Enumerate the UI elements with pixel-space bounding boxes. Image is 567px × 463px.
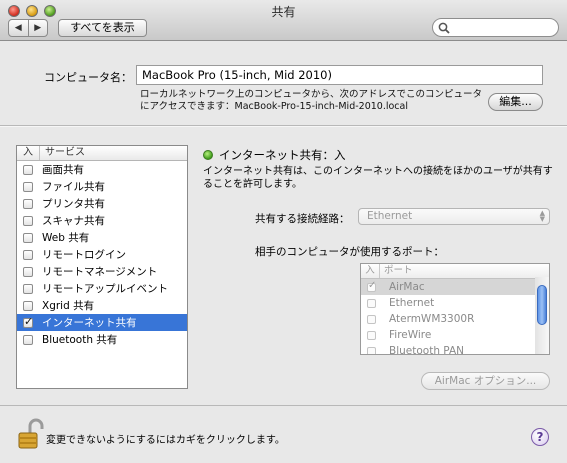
zoom-button[interactable] xyxy=(44,5,56,17)
service-row[interactable]: ファイル共有 xyxy=(17,178,187,195)
service-checkbox[interactable] xyxy=(23,164,33,175)
back-button[interactable]: ◀ xyxy=(9,20,29,36)
service-row[interactable]: スキャナ共有 xyxy=(17,212,187,229)
service-label: 画面共有 xyxy=(42,164,84,176)
service-checkbox[interactable] xyxy=(23,283,33,294)
ports-label: 相手のコンピュータが使用するポート： xyxy=(255,246,444,258)
service-row[interactable]: リモートマネージメント xyxy=(17,263,187,280)
service-status-title: インターネット共有：入 xyxy=(219,148,346,162)
service-label: Bluetooth 共有 xyxy=(42,334,118,346)
service-row[interactable]: インターネット共有 xyxy=(17,314,187,331)
service-label: リモートマネージメント xyxy=(42,266,158,278)
forward-button[interactable]: ▶ xyxy=(29,20,48,36)
service-description: インターネット共有は、このインターネットへの接続をほかのユーザが共有することを許… xyxy=(203,166,553,190)
service-checkbox[interactable] xyxy=(23,315,33,328)
search-field[interactable] xyxy=(432,18,559,37)
service-checkbox[interactable] xyxy=(23,198,33,209)
service-checkbox[interactable] xyxy=(23,215,33,226)
port-checkbox[interactable] xyxy=(367,280,376,292)
service-row[interactable]: プリンタ共有 xyxy=(17,195,187,212)
service-row[interactable]: Web 共有 xyxy=(17,229,187,246)
service-checkbox[interactable] xyxy=(23,334,33,345)
service-row[interactable]: Xgrid 共有 xyxy=(17,297,187,314)
port-checkbox[interactable] xyxy=(367,330,376,340)
lock-message: 変更できないようにするにはカギをクリックします。 xyxy=(46,435,285,446)
port-row[interactable]: AtermWM3300R xyxy=(361,311,549,327)
service-row[interactable]: リモートアップルイベント xyxy=(17,280,187,297)
service-checkbox[interactable] xyxy=(23,232,33,243)
divider xyxy=(0,125,567,127)
service-row[interactable]: Bluetooth 共有 xyxy=(17,331,187,348)
port-checkbox[interactable] xyxy=(367,314,376,324)
service-checkbox[interactable] xyxy=(23,181,33,192)
port-checkbox[interactable] xyxy=(367,298,376,308)
popup-arrows-icon: ▲ ▼ xyxy=(539,209,545,223)
port-row[interactable]: FireWire xyxy=(361,327,549,343)
search-icon xyxy=(438,22,450,34)
services-list-header: 入 サービス xyxy=(17,146,187,161)
port-on-column-header[interactable]: 入 xyxy=(361,264,380,278)
port-column-header[interactable]: ポート xyxy=(380,264,413,278)
ports-scrollbar-thumb[interactable] xyxy=(537,285,547,325)
services-list[interactable]: 入 サービス 画面共有ファイル共有 プリンタ共有 スキャナ共有 Web 共有リモートロ… xyxy=(16,145,188,389)
port-label: FireWire xyxy=(389,329,432,341)
share-from-label: 共有する接続経路： xyxy=(255,213,350,225)
port-label: AtermWM3300R xyxy=(389,313,475,325)
on-column-header[interactable]: 入 xyxy=(17,146,40,160)
port-checkbox[interactable] xyxy=(367,346,376,354)
footer-divider xyxy=(0,405,567,406)
service-checkbox[interactable] xyxy=(23,249,33,260)
service-label: Xgrid 共有 xyxy=(42,300,95,312)
service-label: Web 共有 xyxy=(42,232,90,244)
port-row[interactable]: Bluetooth PAN xyxy=(361,343,549,355)
service-row[interactable]: 画面共有 xyxy=(17,161,187,178)
share-from-popup[interactable]: Ethernet ▲ ▼ xyxy=(358,208,550,225)
service-label: リモートアップルイベント xyxy=(42,283,168,295)
computer-address-description: ローカルネットワーク上のコンピュータから、次のアドレスでこのコンピュータにアクセ… xyxy=(140,89,483,112)
airmac-options-button[interactable]: AirMac オプション... xyxy=(421,372,550,390)
ports-list-header: 入 ポート xyxy=(361,264,549,279)
edit-button[interactable]: 編集... xyxy=(488,93,543,111)
service-row[interactable]: リモートログイン xyxy=(17,246,187,263)
status-indicator-icon xyxy=(203,150,213,160)
service-column-header[interactable]: サービス xyxy=(40,146,85,160)
port-label: Ethernet xyxy=(389,297,435,309)
show-all-button[interactable]: すべてを表示 xyxy=(58,19,147,37)
port-row[interactable]: AirMac xyxy=(361,279,549,295)
service-label: インターネット共有 xyxy=(42,317,137,329)
service-checkbox[interactable] xyxy=(23,266,33,277)
service-checkbox[interactable] xyxy=(23,300,33,311)
service-label: スキャナ共有 xyxy=(42,215,105,227)
close-button[interactable] xyxy=(8,5,20,17)
minimize-button[interactable] xyxy=(26,5,38,17)
service-label: リモートログイン xyxy=(42,249,126,261)
back-forward-control: ◀ ▶ xyxy=(8,19,48,37)
ports-list[interactable]: 入 ポート AirMac Ethernet AtermWM3300R FireWire… xyxy=(360,263,550,355)
port-label: Bluetooth PAN xyxy=(389,345,465,355)
port-row[interactable]: Ethernet xyxy=(361,295,549,311)
share-from-value: Ethernet xyxy=(367,210,413,222)
help-button[interactable]: ? xyxy=(531,428,549,446)
port-label: AirMac xyxy=(389,281,425,293)
service-label: ファイル共有 xyxy=(42,181,105,193)
computer-name-label: コンピュータ名： xyxy=(44,71,132,84)
computer-name-field[interactable]: MacBook Pro (15-inch, Mid 2010) xyxy=(136,65,543,85)
unlocked-padlock-icon[interactable] xyxy=(16,417,44,455)
service-label: プリンタ共有 xyxy=(42,198,105,210)
